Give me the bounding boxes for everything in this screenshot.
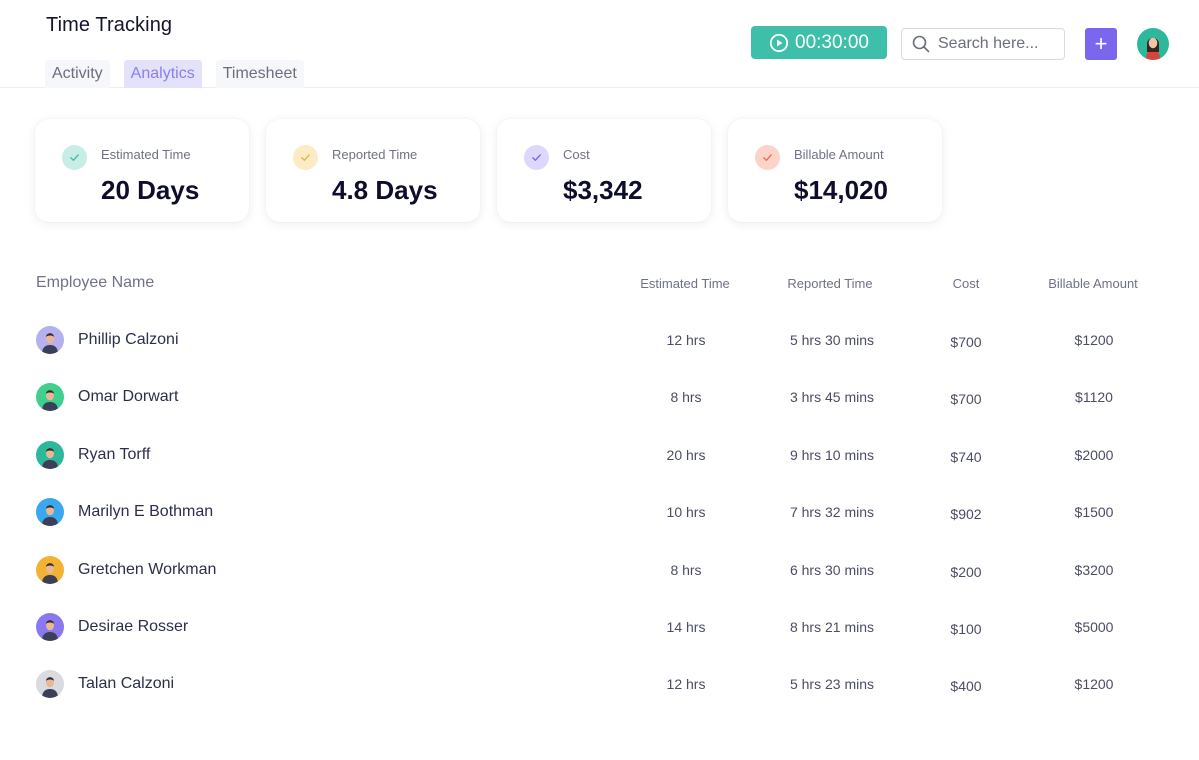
employee-name: Marilyn E Bothman [78,503,214,521]
avatar [36,383,64,412]
summary-card-label: Estimated Time [101,147,191,162]
table-row[interactable]: Talan Calzoni 12 hrs 5 hrs 23 mins $400 $120… [0,656,1199,713]
estimated-time-cell: 8 hrs [670,389,702,406]
avatar [36,440,64,469]
table-header: Employee Name Estimated Time Reported Ti… [0,274,1199,294]
tab-activity[interactable]: Activity [45,60,110,88]
reported-time-cell: 5 hrs 23 mins [789,676,875,693]
table-row[interactable]: Ryan Torff 20 hrs 9 hrs 10 mins $740 $2000 [0,427,1199,484]
billable-amount-cell: $1500 [1074,504,1114,521]
estimated-time-cell: 20 hrs [666,446,706,463]
cost-cell: $700 [950,334,982,350]
summary-cards: Estimated Time 20 Days Reported Time 4.8 Da… [35,119,942,222]
estimated-time-cell: 14 hrs [666,618,706,635]
cost-cell: $100 [950,620,982,637]
column-header-employee-name[interactable]: Employee Name [36,274,154,292]
cost-cell: $902 [950,506,982,523]
cost-cell: $200 [950,563,982,580]
summary-card: Estimated Time 20 Days [35,119,249,222]
user-avatar[interactable] [1137,28,1169,60]
avatar [36,326,64,354]
tab-timesheet[interactable]: Timesheet [215,60,304,88]
table-row[interactable]: Phillip Calzoni 12 hrs 5 hrs 30 mins $700 $1… [0,312,1199,369]
column-header-cost[interactable]: Cost [926,276,1006,291]
billable-amount-cell: $5000 [1074,618,1114,635]
cost-cell: $740 [950,448,982,465]
estimated-time-cell: 12 hrs [666,332,706,348]
summary-card-label: Billable Amount [794,147,884,162]
summary-card-value: 20 Days [101,175,200,205]
table-row[interactable]: Gretchen Workman 8 hrs 6 hrs 30 mins $200 $3… [0,542,1199,599]
table-row[interactable]: Desirae Rosser 14 hrs 8 hrs 21 mins $100 $50… [0,599,1199,656]
tab-bar: Activity Analytics Timesheet [45,60,304,88]
billable-amount-cell: $1120 [1075,389,1113,406]
search-icon [912,35,930,53]
cost-cell: $400 [950,678,982,695]
avatar [36,498,64,527]
employee-table: Phillip Calzoni 12 hrs 5 hrs 30 mins $700 $1… [0,312,1199,714]
header: Time Tracking Activity Analytics Timeshe… [0,0,1199,88]
employee-name: Ryan Torff [78,445,151,463]
estimated-time-cell: 10 hrs [666,504,706,521]
plus-icon: + [1094,31,1108,56]
avatar [36,612,64,641]
tab-analytics[interactable]: Analytics [123,60,202,88]
user-avatar-image [1137,28,1169,60]
column-header-reported-time[interactable]: Reported Time [770,276,890,291]
summary-card-value: $3,342 [563,175,643,205]
table-row[interactable]: Marilyn E Bothman 10 hrs 7 hrs 32 mins $902… [0,484,1199,541]
reported-time-cell: 9 hrs 10 mins [789,446,875,463]
check-icon [755,145,780,170]
summary-card-value: 4.8 Days [332,175,438,205]
check-icon [293,145,318,170]
search-box[interactable] [901,28,1065,60]
employee-name: Phillip Calzoni [78,331,179,348]
employee-name: Omar Dorwart [78,388,179,406]
billable-amount-cell: $3200 [1074,561,1114,578]
table-row[interactable]: Omar Dorwart 8 hrs 3 hrs 45 mins $700 $1120 [0,369,1199,426]
search-input[interactable] [938,35,1058,53]
column-header-billable-amount[interactable]: Billable Amount [1033,276,1153,291]
employee-name: Gretchen Workman [78,560,217,578]
timer-button[interactable]: 00:30:00 [751,26,887,59]
avatar [36,670,64,699]
billable-amount-cell: $2000 [1074,446,1114,463]
summary-card-label: Cost [563,147,590,162]
summary-card-value: $14,020 [794,175,888,205]
summary-card: Billable Amount $14,020 [728,119,942,222]
reported-time-cell: 6 hrs 30 mins [789,561,875,578]
employee-name: Desirae Rosser [78,617,189,635]
summary-card-label: Reported Time [332,147,418,162]
check-icon [62,145,87,170]
check-icon [524,145,549,170]
reported-time-cell: 3 hrs 45 mins [789,389,875,406]
reported-time-cell: 7 hrs 32 mins [789,504,875,521]
estimated-time-cell: 12 hrs [666,676,706,693]
summary-card: Reported Time 4.8 Days [266,119,480,222]
column-header-estimated-time[interactable]: Estimated Time [625,276,745,291]
billable-amount-cell: $1200 [1074,332,1114,348]
add-button[interactable]: + [1085,28,1117,60]
estimated-time-cell: 8 hrs [670,561,702,578]
page-title: Time Tracking [46,14,173,36]
employee-name: Talan Calzoni [78,675,175,693]
timer-value: 00:30:00 [795,31,869,53]
cost-cell: $700 [950,391,982,408]
reported-time-cell: 8 hrs 21 mins [789,618,875,635]
reported-time-cell: 5 hrs 30 mins [789,332,875,348]
play-circle-icon [769,33,789,52]
summary-card: Cost $3,342 [497,119,711,222]
avatar [36,555,64,584]
billable-amount-cell: $1200 [1074,676,1114,693]
